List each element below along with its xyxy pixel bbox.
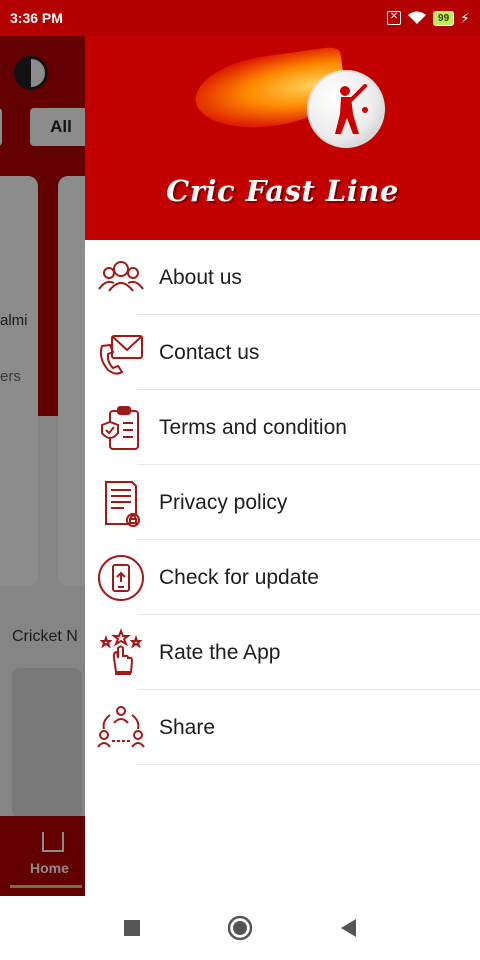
navigation-drawer: Cric Fast Line About us Contact us Terms… [85, 36, 480, 896]
battery-indicator: 99 [433, 10, 455, 26]
no-sim-icon: ✕ [387, 11, 402, 25]
share-icon [95, 702, 147, 754]
users-icon [95, 252, 147, 304]
privacy-icon [95, 477, 147, 529]
status-bar: 3:36 PM ✕ 99 ⚡ [0, 0, 480, 36]
menu-item-label: Terms and condition [159, 415, 347, 439]
menu-item-label: Share [159, 715, 216, 739]
status-icons: ✕ 99 ⚡ [387, 10, 470, 27]
home-button[interactable] [226, 914, 254, 942]
menu-item-label: About us [159, 265, 242, 289]
menu-item-about-us[interactable]: About us [85, 240, 480, 315]
update-icon [95, 552, 147, 604]
contact-icon [95, 327, 147, 379]
menu-item-contact-us[interactable]: Contact us [85, 315, 480, 390]
menu-item-privacy-policy[interactable]: Privacy policy [85, 465, 480, 540]
menu-item-label: Contact us [159, 340, 260, 364]
recents-button[interactable] [118, 914, 146, 942]
square-icon [124, 920, 140, 936]
menu-item-label: Rate the App [159, 640, 281, 664]
batsman-icon [335, 84, 368, 134]
menu-item-label: Privacy policy [159, 490, 288, 514]
circle-icon [227, 915, 253, 941]
back-triangle-icon [341, 919, 356, 937]
system-nav-bar [0, 896, 480, 960]
charging-icon: ⚡ [460, 9, 470, 26]
menu-item-label: Check for update [159, 565, 319, 589]
drawer-menu: About us Contact us Terms and condition … [85, 240, 480, 765]
status-time: 3:36 PM [10, 10, 63, 26]
menu-item-terms[interactable]: Terms and condition [85, 390, 480, 465]
menu-item-check-update[interactable]: Check for update [85, 540, 480, 615]
rate-icon [95, 627, 147, 679]
terms-icon [95, 402, 147, 454]
menu-item-share[interactable]: Share [85, 690, 480, 765]
drawer-header: Cric Fast Line [85, 36, 480, 240]
menu-item-rate-app[interactable]: Rate the App [85, 615, 480, 690]
back-button[interactable] [334, 914, 362, 942]
wifi-icon [408, 11, 427, 24]
brand-title: Cric Fast Line [166, 174, 399, 208]
